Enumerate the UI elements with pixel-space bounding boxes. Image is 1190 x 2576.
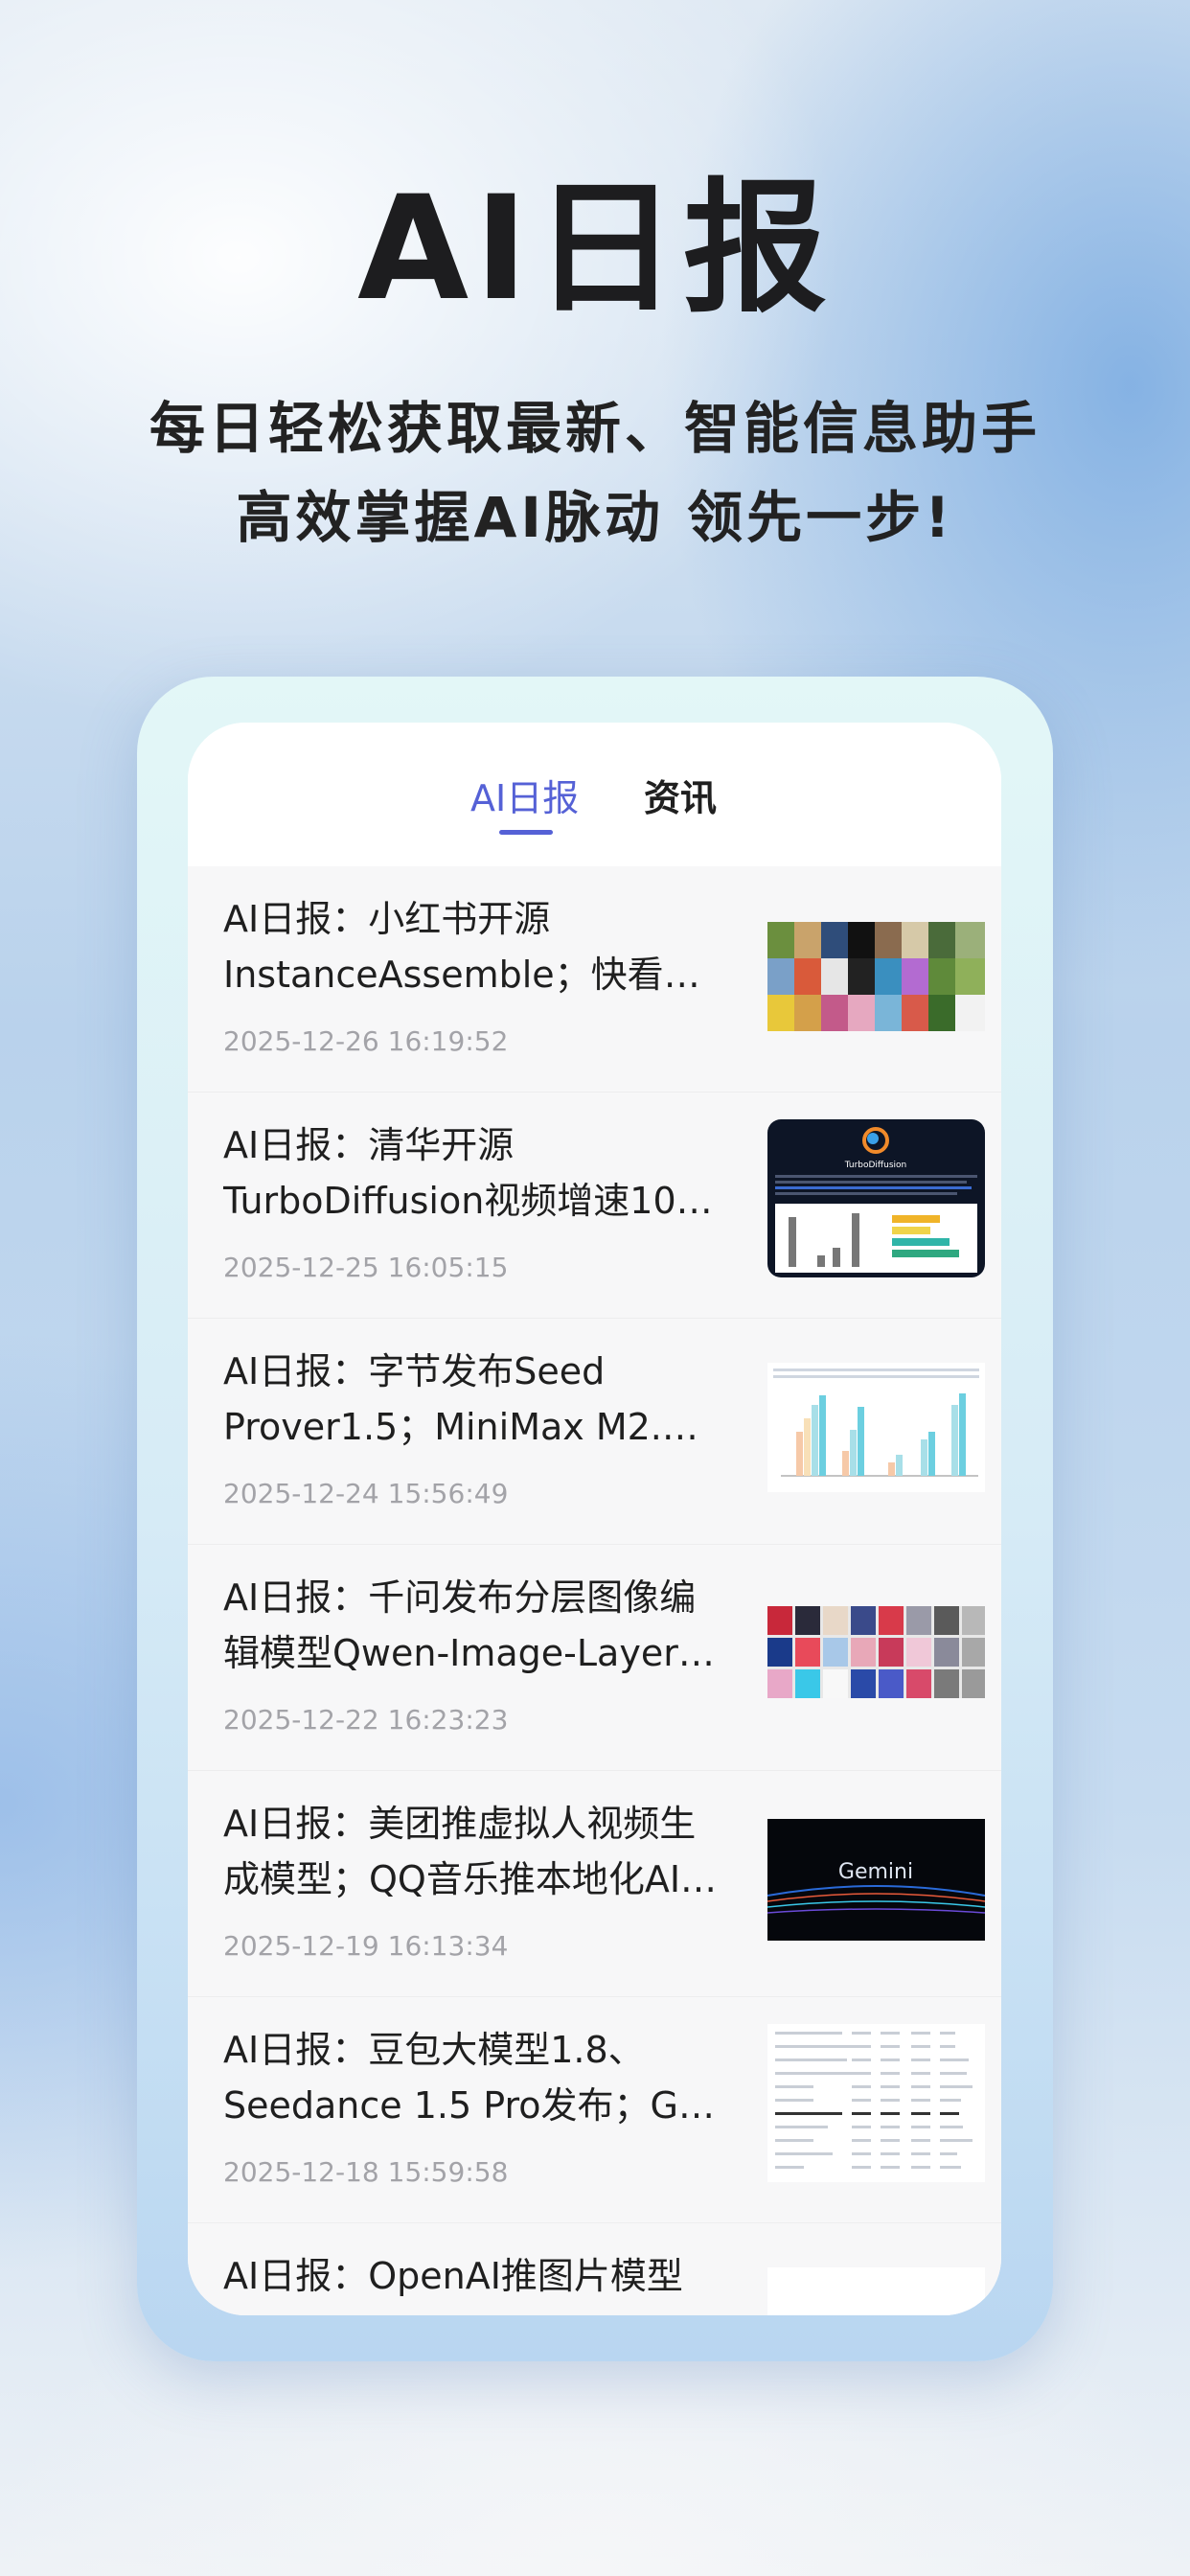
article-item[interactable]: AI日报：豆包大模型1.8、 Seedance 1.5 Pro发布；Ge… 20…: [188, 1997, 1001, 2223]
article-title-line-2: 辑模型Qwen-Image-Layer…: [223, 1632, 715, 1674]
active-tab-indicator: [499, 830, 553, 835]
article-title-line-2: 成模型；QQ音乐推本地化AI…: [223, 1858, 718, 1900]
article-date: 2025-12-24 15:56:49: [223, 1478, 509, 1509]
article-thumbnail[interactable]: [767, 2267, 985, 2315]
article-title-line-1: AI日报：清华开源: [223, 1124, 515, 1166]
tagline-line-2: 高效掌握AI脉动 领先一步!: [236, 485, 954, 550]
thumbnail-caption: TurboDiffusion: [844, 1161, 907, 1170]
article-item[interactable]: AI日报：OpenAI推图片模型: [188, 2223, 1001, 2315]
article-title: AI日报：清华开源 TurboDiffusion视频增速10…: [223, 1117, 721, 1229]
app-screen: AI日报 资讯 AI日报：小红书开源 InstanceAssemble；快看漫……: [188, 723, 1001, 2315]
article-title: AI日报：千问发布分层图像编 辑模型Qwen-Image-Layer…: [223, 1570, 721, 1681]
article-title: AI日报：美团推虚拟人视频生 成模型；QQ音乐推本地化AI…: [223, 1796, 721, 1907]
article-title: AI日报：OpenAI推图片模型: [223, 2248, 721, 2304]
tagline-line-1: 每日轻松获取最新、智能信息助手: [149, 396, 1041, 461]
article-item[interactable]: AI日报：小红书开源 InstanceAssemble；快看漫… 2025-12…: [188, 866, 1001, 1092]
tab-news[interactable]: 资讯: [644, 776, 717, 820]
article-item[interactable]: AI日报：千问发布分层图像编 辑模型Qwen-Image-Layer… 2025…: [188, 1545, 1001, 1771]
article-item[interactable]: AI日报：字节发布Seed Prover1.5；MiniMax M2.1… 20…: [188, 1319, 1001, 1545]
article-item[interactable]: AI日报：清华开源 TurboDiffusion视频增速10… 2025-12-…: [188, 1092, 1001, 1319]
article-title-line-2: Prover1.5；MiniMax M2.1…: [223, 1406, 721, 1448]
hero-title: AI日报: [357, 166, 833, 333]
article-title: AI日报：小红书开源 InstanceAssemble；快看漫…: [223, 891, 721, 1002]
article-title-line-2: InstanceAssemble；快看漫…: [223, 954, 721, 996]
article-item[interactable]: AI日报：美团推虚拟人视频生 成模型；QQ音乐推本地化AI… 2025-12-1…: [188, 1771, 1001, 1997]
article-thumbnail[interactable]: [767, 1606, 985, 1698]
article-thumbnail[interactable]: Gemini: [767, 1819, 985, 1941]
article-title-line-1: AI日报：美团推虚拟人视频生: [223, 1803, 697, 1845]
article-title-line-2: TurboDiffusion视频增速10…: [223, 1180, 713, 1222]
tab-ai-daily[interactable]: AI日报: [470, 776, 579, 820]
article-date: 2025-12-18 15:59:58: [223, 2156, 509, 2188]
article-title-line-1: AI日报：OpenAI推图片模型: [223, 2255, 683, 2297]
article-title: AI日报：豆包大模型1.8、 Seedance 1.5 Pro发布；Ge…: [223, 2022, 721, 2133]
article-thumbnail[interactable]: [767, 2024, 985, 2182]
phone-mockup-frame: AI日报 资讯 AI日报：小红书开源 InstanceAssemble；快看漫……: [137, 677, 1053, 2361]
article-thumbnail[interactable]: [767, 1363, 985, 1492]
article-date: 2025-12-22 16:23:23: [223, 1704, 509, 1736]
article-date: 2025-12-19 16:13:34: [223, 1930, 509, 1962]
article-title-line-1: AI日报：豆包大模型1.8、: [223, 2029, 645, 2071]
tab-bar: AI日报 资讯: [188, 723, 1001, 866]
article-title: AI日报：字节发布Seed Prover1.5；MiniMax M2.1…: [223, 1344, 721, 1455]
article-thumbnail[interactable]: TurboDiffusion: [767, 1119, 985, 1277]
article-title-line-2: Seedance 1.5 Pro发布；Ge…: [223, 2084, 721, 2127]
article-title-line-1: AI日报：字节发布Seed: [223, 1350, 606, 1392]
article-title-line-1: AI日报：千问发布分层图像编: [223, 1576, 697, 1619]
article-thumbnail[interactable]: [767, 922, 985, 1031]
thumbnail-caption: Gemini: [838, 1860, 913, 1884]
article-date: 2025-12-26 16:19:52: [223, 1025, 509, 1057]
article-list[interactable]: AI日报：小红书开源 InstanceAssemble；快看漫… 2025-12…: [188, 866, 1001, 2315]
article-date: 2025-12-25 16:05:15: [223, 1252, 509, 1283]
article-title-line-1: AI日报：小红书开源: [223, 898, 551, 940]
